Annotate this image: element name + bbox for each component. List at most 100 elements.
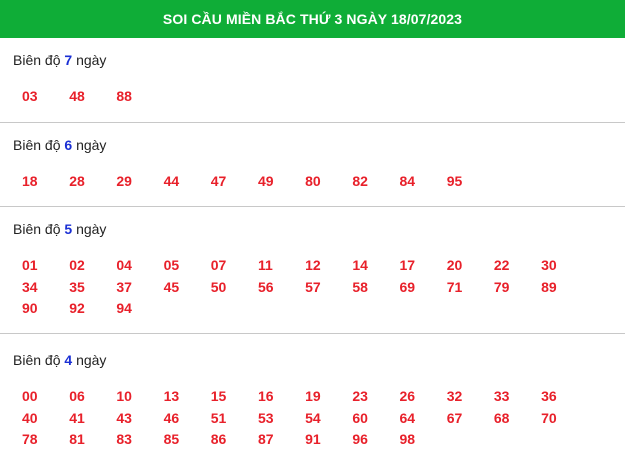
lottery-number: 23	[352, 388, 368, 404]
lottery-number: 85	[163, 431, 180, 447]
lottery-number: 45	[163, 278, 180, 295]
lottery-number: 54	[305, 409, 321, 426]
lottery-number: 88	[116, 88, 132, 104]
lottery-number: 36	[541, 388, 557, 404]
lottery-number: 91	[305, 431, 321, 447]
lottery-number: 57	[305, 278, 321, 295]
lottery-number: 56	[257, 278, 274, 295]
lottery-number: 14	[352, 257, 368, 273]
lottery-number: 41	[69, 409, 85, 426]
lottery-number: 69	[399, 278, 416, 295]
lottery-number: 50	[210, 278, 227, 295]
lottery-number: 40	[22, 409, 38, 426]
label-days: 6	[64, 137, 73, 153]
number-list: 01 02 04 05 07 11 12 14 17 20 22 30 34 35 37 45 50 56 57 58…	[0, 255, 625, 320]
number-list: 00 06 10 13 15 16 19 23 26 32 33 36 40 41 43 46 51 53 54 60…	[0, 386, 625, 451]
lottery-number: 51	[210, 409, 227, 426]
lottery-number: 96	[352, 431, 368, 447]
lottery-number: 06	[69, 388, 85, 404]
amplitude-section-4: Biên độ 4 ngày 00 06 10 13 15 16 19 23 26 32 33 36 40…	[0, 334, 625, 458]
label-prefix: Biên độ	[13, 352, 61, 368]
page-header: SOI CẦU MIỀN BẮC THỨ 3 NGÀY 18/07/2023	[0, 0, 625, 38]
lottery-number: 58	[352, 278, 368, 295]
lottery-number: 16	[257, 388, 274, 404]
section-label: Biên độ 7 ngày	[0, 52, 625, 68]
lottery-number: 78	[22, 431, 38, 447]
lottery-number: 20	[446, 257, 463, 273]
lottery-number: 30	[541, 257, 557, 273]
lottery-number: 04	[116, 257, 132, 273]
lottery-number: 64	[399, 409, 416, 426]
lottery-number: 34	[22, 278, 38, 295]
amplitude-section-5: Biên độ 5 ngày 01 02 04 05 07 11 12 14 17 20 22 30 34…	[0, 207, 625, 334]
label-suffix: ngày	[76, 352, 107, 368]
label-suffix: ngày	[76, 221, 107, 237]
lottery-number: 17	[399, 257, 416, 273]
lottery-number: 22	[493, 257, 510, 273]
lottery-number: 95	[446, 173, 463, 189]
lottery-number: 32	[446, 388, 463, 404]
label-prefix: Biên độ	[13, 221, 61, 237]
lottery-number: 48	[69, 88, 85, 104]
label-prefix: Biên độ	[13, 137, 61, 153]
lottery-number: 71	[446, 278, 463, 295]
lottery-number: 18	[22, 173, 38, 189]
lottery-number: 83	[116, 431, 132, 447]
lottery-number: 92	[69, 300, 85, 316]
sections-container: Biên độ 7 ngày 03 48 88 Biên độ 6 ngày 18 28 29…	[0, 38, 625, 458]
section-label: Biên độ 5 ngày	[0, 221, 625, 237]
lottery-number: 10	[116, 388, 132, 404]
lottery-number: 86	[210, 431, 227, 447]
lottery-number: 60	[352, 409, 368, 426]
lottery-number: 49	[257, 173, 274, 189]
section-label: Biên độ 6 ngày	[0, 137, 625, 153]
lottery-number: 02	[69, 257, 85, 273]
lottery-number: 03	[22, 88, 38, 104]
lottery-number: 80	[305, 173, 321, 189]
lottery-number: 11	[257, 257, 273, 273]
lottery-number: 37	[116, 278, 132, 295]
page-title: SOI CẦU MIỀN BẮC THỨ 3 NGÀY 18/07/2023	[162, 11, 463, 27]
lottery-number: 70	[541, 409, 557, 426]
label-suffix: ngày	[76, 137, 107, 153]
lottery-number: 53	[257, 409, 274, 426]
lottery-number: 81	[69, 431, 85, 447]
lottery-number: 84	[399, 173, 416, 189]
lottery-number: 94	[116, 300, 132, 316]
lottery-number: 87	[257, 431, 274, 447]
lottery-number: 47	[210, 173, 227, 189]
label-days: 5	[64, 221, 73, 237]
section-label: Biên độ 4 ngày	[0, 352, 625, 368]
lottery-number: 90	[22, 300, 38, 316]
lottery-number: 68	[493, 409, 510, 426]
lottery-number: 35	[69, 278, 85, 295]
lottery-number: 15	[210, 388, 227, 404]
lottery-number: 33	[493, 388, 510, 404]
lottery-number: 29	[116, 173, 132, 189]
lottery-number: 82	[352, 173, 368, 189]
lottery-number: 26	[399, 388, 416, 404]
lottery-number: 00	[22, 388, 38, 404]
lottery-number: 44	[163, 173, 180, 189]
lottery-number: 43	[116, 409, 132, 426]
lottery-number: 13	[163, 388, 180, 404]
lottery-number: 28	[69, 173, 85, 189]
amplitude-section-6: Biên độ 6 ngày 18 28 29 44 47 49 80 82 84 95	[0, 123, 625, 207]
number-list: 03 48 88	[0, 86, 625, 108]
label-suffix: ngày	[76, 52, 107, 68]
lottery-number: 19	[305, 388, 321, 404]
label-days: 4	[64, 352, 73, 368]
amplitude-section-7: Biên độ 7 ngày 03 48 88	[0, 38, 625, 123]
label-prefix: Biên độ	[13, 52, 61, 68]
lottery-number: 46	[163, 409, 180, 426]
lottery-number: 79	[493, 278, 510, 295]
lottery-number: 67	[446, 409, 463, 426]
lottery-number: 05	[163, 257, 180, 273]
number-list: 18 28 29 44 47 49 80 82 84 95	[0, 171, 625, 193]
lottery-number: 12	[305, 257, 321, 273]
lottery-number: 01	[22, 257, 38, 273]
lottery-number: 89	[541, 278, 557, 295]
lottery-number: 07	[210, 257, 227, 273]
lottery-number: 98	[399, 431, 416, 447]
label-days: 7	[64, 52, 73, 68]
